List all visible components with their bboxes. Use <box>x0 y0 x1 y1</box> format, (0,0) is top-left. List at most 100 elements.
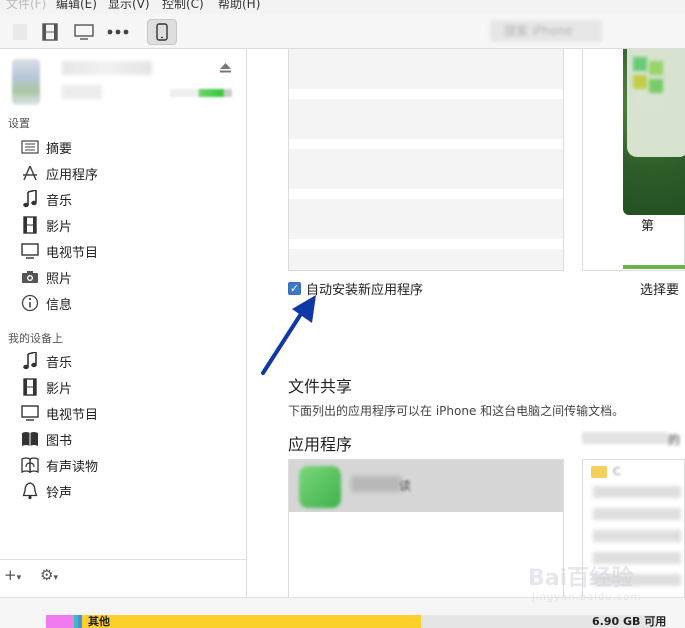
sidebar-item-label: 信息 <box>46 297 73 313</box>
list-item[interactable] <box>593 530 681 542</box>
audiobook-icon <box>20 456 40 474</box>
menu-edit[interactable]: 编辑(E) <box>56 0 97 10</box>
menu-bar: 文件(F) 编辑(E) 显示(V) 控制(C) 帮助(H) <box>0 0 685 14</box>
app-tile <box>633 57 647 71</box>
eject-icon[interactable] <box>220 63 231 76</box>
summary-icon <box>20 138 40 156</box>
sidebar-item-label: 音乐 <box>46 355 73 371</box>
sidebar: 设置 摘要 应用程序 音乐 影片 电视节目 照片 信息 我的设备上 音乐 影片 … <box>0 49 247 597</box>
sidebar-item-device-audiobooks[interactable]: 有声读物 <box>20 454 98 476</box>
bell-icon <box>20 482 40 500</box>
sidebar-item-label: 音乐 <box>46 193 73 209</box>
sidebar-item-label: 图书 <box>46 433 73 449</box>
device-name <box>62 61 152 75</box>
device-thumbnail <box>12 59 40 105</box>
capacity-free-label: 6.90 GB 可用 <box>592 615 667 628</box>
list-item[interactable] <box>593 574 681 586</box>
sidebar-item-movies[interactable]: 影片 <box>20 214 72 236</box>
music-tab-icon[interactable] <box>10 20 30 44</box>
sidebar-item-device-tv[interactable]: 电视节目 <box>20 402 98 424</box>
sidebar-item-photos[interactable]: 照片 <box>20 266 72 288</box>
sidebar-item-info[interactable]: 信息 <box>20 292 72 314</box>
sidebar-item-label: 照片 <box>46 271 73 287</box>
annotation-arrow <box>261 295 316 375</box>
music-note-icon <box>20 190 40 208</box>
list-item[interactable] <box>593 508 681 520</box>
sidebar-footer: +▾ ⚙▾ <box>0 559 246 597</box>
gear-icon: ⚙ <box>40 566 54 584</box>
sidebar-item-apps[interactable]: 应用程序 <box>20 162 98 184</box>
sidebar-item-tv[interactable]: 电视节目 <box>20 240 98 262</box>
tv-tab-icon[interactable] <box>72 20 96 44</box>
menu-file[interactable]: 文件(F) <box>6 0 46 10</box>
install-app-list[interactable] <box>288 49 564 271</box>
capacity-footer: 其他 6.90 GB 可用 <box>0 597 685 628</box>
battery-indicator <box>170 89 232 97</box>
app-tile <box>649 61 663 75</box>
film-tab-icon[interactable] <box>40 20 60 44</box>
tv-icon <box>20 404 40 422</box>
home-screen-page <box>627 49 685 157</box>
sidebar-item-device-music[interactable]: 音乐 <box>20 350 72 372</box>
menu-help[interactable]: 帮助(H) <box>218 0 260 10</box>
book-icon <box>20 430 40 448</box>
camera-icon <box>20 268 40 286</box>
apps-icon <box>20 164 40 182</box>
choose-hint: 选择要 <box>640 283 680 298</box>
capacity-segment-photos <box>46 615 74 628</box>
more-icon[interactable] <box>106 20 130 44</box>
menu-control[interactable]: 控制(C) <box>162 0 204 10</box>
apps-section-title: 应用程序 <box>288 435 353 454</box>
search-input[interactable]: 搜索 iPhone <box>490 20 602 42</box>
sidebar-item-device-books[interactable]: 图书 <box>20 428 72 450</box>
tv-icon <box>20 242 40 260</box>
main-panel: 第 ✓ 自动安装新应用程序 选择要 文件共享 下面列出的应用程序可以在 iPho… <box>248 49 685 597</box>
capacity-segment-other <box>82 615 421 628</box>
app-tile <box>633 75 647 89</box>
sidebar-item-label: 摘要 <box>46 141 73 157</box>
sidebar-item-label: 影片 <box>46 219 73 235</box>
home-screen-page-label: 第 <box>641 219 655 234</box>
device-section-header: 我的设备上 <box>8 332 63 345</box>
info-icon <box>20 294 40 312</box>
add-button[interactable]: +▾ <box>4 566 21 584</box>
sidebar-item-device-ringtones[interactable]: 铃声 <box>20 480 72 502</box>
document-name: C <box>613 465 621 478</box>
sidebar-item-music[interactable]: 音乐 <box>20 188 72 210</box>
file-sharing-app-list: 读 <box>288 459 564 597</box>
capacity-other-label: 其他 <box>88 615 110 628</box>
home-screen-next-strip <box>623 265 685 269</box>
documents-title: 的 <box>582 431 685 447</box>
sidebar-item-label: 有声读物 <box>46 459 99 475</box>
toolbar: 搜索 iPhone <box>0 14 685 49</box>
sidebar-item-device-movies[interactable]: 影片 <box>20 376 72 398</box>
music-note-icon <box>20 352 40 370</box>
sidebar-item-label: 电视节目 <box>46 407 99 423</box>
film-icon <box>20 216 40 234</box>
sidebar-item-label: 应用程序 <box>46 167 99 183</box>
sidebar-item-label: 铃声 <box>46 485 73 501</box>
settings-button[interactable]: ⚙▾ <box>40 566 58 584</box>
list-item[interactable] <box>593 486 681 498</box>
app-name-blurred <box>351 476 401 492</box>
film-icon <box>20 378 40 396</box>
app-tile <box>649 79 663 93</box>
menu-view[interactable]: 显示(V) <box>108 0 150 10</box>
sidebar-item-summary[interactable]: 摘要 <box>20 136 72 158</box>
device-capacity <box>62 85 102 99</box>
iphone-icon <box>156 23 168 41</box>
app-name: 读 <box>399 479 412 493</box>
plus-icon: + <box>4 566 17 584</box>
documents-list: C <box>582 459 685 597</box>
itunes-window: 文件(F) 编辑(E) 显示(V) 控制(C) 帮助(H) 搜索 iPhone <box>0 0 685 628</box>
file-sharing-description: 下面列出的应用程序可以在 iPhone 和这台电脑之间传输文档。 <box>288 404 625 418</box>
list-item[interactable]: 读 <box>289 460 563 512</box>
sidebar-item-label: 电视节目 <box>46 245 99 261</box>
home-screen-preview[interactable]: 第 <box>582 49 685 271</box>
folder-icon <box>591 466 607 478</box>
capacity-bar <box>46 615 656 628</box>
device-button[interactable] <box>147 19 177 45</box>
sidebar-item-label: 影片 <box>46 381 73 397</box>
settings-section-header: 设置 <box>8 117 30 130</box>
list-item[interactable] <box>593 552 681 564</box>
